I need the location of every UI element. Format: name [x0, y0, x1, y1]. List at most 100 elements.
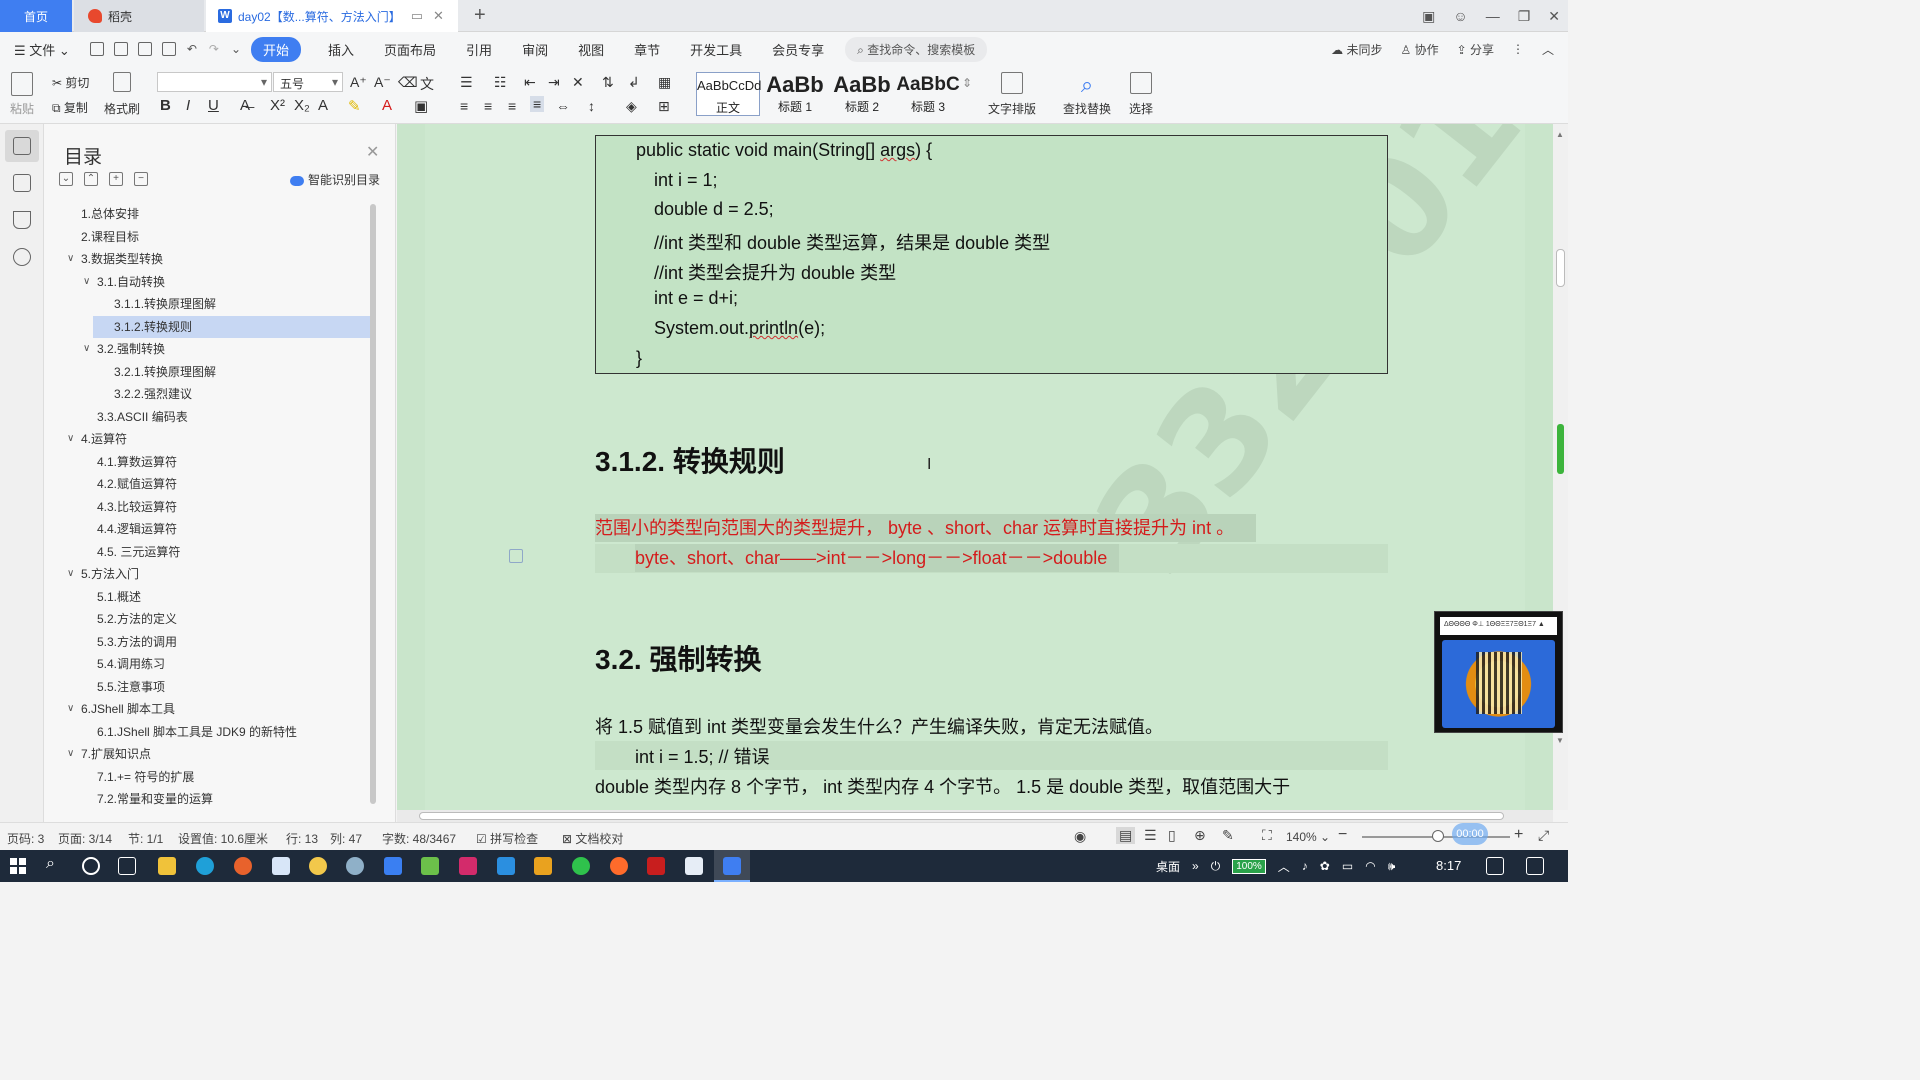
web-view-icon[interactable]: ⊕ — [1194, 827, 1206, 844]
menu-references[interactable]: 引用 — [451, 40, 507, 59]
toc-item[interactable]: ∨ 6.JShell 脚本工具 — [44, 698, 374, 721]
toc-item[interactable]: 4.5. 三元运算符 — [44, 541, 374, 564]
app-icon[interactable] — [272, 857, 290, 875]
borders-icon[interactable]: ⊞ — [658, 98, 670, 115]
clock[interactable]: 8:17 — [1436, 858, 1461, 873]
justify-icon[interactable]: ≡ — [530, 96, 545, 112]
notification-icon[interactable] — [1526, 857, 1544, 875]
table-icon[interactable]: ▦ — [658, 74, 671, 91]
windows-start-icon[interactable] — [10, 858, 26, 874]
tab-daoke[interactable]: 稻壳 — [74, 0, 204, 32]
menu-member[interactable]: 会员专享 — [757, 40, 839, 59]
line-spacing-icon[interactable]: ↕ — [588, 98, 595, 114]
app-tray-icon[interactable]: ✿ — [1320, 859, 1330, 873]
copy-button[interactable]: ⧉ 复制 — [52, 99, 88, 116]
document-area[interactable]: 3325017 public static void main(String[]… — [397, 124, 1553, 810]
style-heading-2[interactable]: AaBb 标题 2 — [830, 72, 894, 116]
paragraph-marker-icon[interactable] — [509, 549, 523, 563]
smart-toc-button[interactable]: 智能识别目录 — [290, 171, 380, 188]
toc-item[interactable]: ∨ 5.方法入门 — [44, 563, 374, 586]
app-icon[interactable] — [421, 857, 439, 875]
firefox-icon[interactable] — [234, 857, 252, 875]
menu-file[interactable]: ☰ 文件 ⌄ — [0, 40, 85, 59]
document-page[interactable]: 3325017 public static void main(String[]… — [425, 124, 1553, 810]
toc-item[interactable]: ∨ 3.1.自动转换 — [44, 271, 374, 294]
minimize-icon[interactable]: — — [1486, 8, 1500, 24]
underline-icon[interactable]: U — [208, 97, 219, 114]
toc-item[interactable]: ∨ 3.数据类型转换 — [44, 248, 374, 271]
close-icon[interactable]: ✕ — [366, 142, 379, 162]
toc-item[interactable]: 5.2.方法的定义 — [44, 608, 374, 631]
grow-font-icon[interactable]: A⁺ — [350, 74, 367, 91]
close-tab-icon[interactable]: ✕ — [433, 8, 444, 24]
style-heading-3[interactable]: AaBbC 标题 3 — [896, 72, 960, 116]
toc-item[interactable]: ∨ 4.运算符 — [44, 428, 374, 451]
styles-scroll-icon[interactable]: ⇕ — [962, 76, 972, 90]
bookmark-icon[interactable] — [13, 211, 31, 229]
page-view-icon[interactable]: ▤ — [1116, 827, 1136, 844]
zoom-out-icon[interactable]: − — [1338, 826, 1347, 844]
share-button[interactable]: ⇪ 分享 — [1457, 41, 1494, 58]
app-icon[interactable] — [346, 857, 364, 875]
cut-button[interactable]: ✂ 剪切 — [52, 74, 89, 91]
show-marks-icon[interactable]: ↲ — [628, 74, 640, 91]
chevron-right-icon[interactable]: » — [1192, 859, 1199, 873]
format-painter-button[interactable]: 格式刷 — [104, 72, 140, 117]
battery-indicator[interactable]: 100% — [1232, 858, 1266, 874]
superscript-icon[interactable]: X² — [270, 97, 285, 114]
align-right-icon[interactable]: ≡ — [508, 98, 516, 114]
app-icon[interactable] — [572, 857, 590, 875]
menu-page-layout[interactable]: 页面布局 — [369, 40, 451, 59]
power-plug-icon[interactable]: ⏻ — [1211, 859, 1221, 874]
font-size-select[interactable]: 五号 ▾ — [273, 72, 343, 92]
microphone-icon[interactable]: ♪ — [1302, 859, 1308, 873]
align-center-icon[interactable]: ≡ — [484, 98, 492, 114]
collab-button[interactable]: ♙ 协作 — [1400, 41, 1438, 58]
new-tab-button[interactable]: + — [474, 4, 486, 27]
intellij-icon[interactable] — [459, 857, 477, 875]
qr-overlay[interactable]: ΔΘΘΘΘ Φ⊥ 1ΘΘΞΞ7ΞΘ1Ξ7 ▲ — [1434, 611, 1563, 733]
text-effect-icon[interactable]: A — [318, 97, 328, 114]
paste-button[interactable]: 粘贴 — [10, 72, 34, 117]
app-icon[interactable] — [610, 857, 628, 875]
toc-item[interactable]: 6.1.JShell 脚本工具是 JDK9 的新特性 — [44, 721, 374, 744]
write-view-icon[interactable]: ✎ — [1222, 827, 1234, 844]
chevron-down-icon[interactable]: ∨ — [67, 563, 74, 586]
toc-item[interactable]: 5.4.调用练习 — [44, 653, 374, 676]
print-icon[interactable] — [137, 42, 152, 56]
command-search[interactable]: ⌕ 查找命令、搜索模板 — [845, 36, 988, 62]
sort-icon[interactable]: ⇅ — [602, 74, 614, 91]
shrink-font-icon[interactable]: A⁻ — [374, 74, 391, 91]
add-heading-icon[interactable]: + — [109, 172, 123, 186]
task-view-icon[interactable] — [118, 857, 136, 875]
horizontal-scrollbar[interactable] — [397, 810, 1553, 822]
strikethrough-icon[interactable]: A̶ — [240, 97, 250, 114]
toc-item[interactable]: 4.2.赋值运算符 — [44, 473, 374, 496]
style-normal[interactable]: AaBbCcDd 正文 — [696, 72, 761, 116]
fit-page-icon[interactable]: ⛶ — [1262, 827, 1272, 844]
toc-item[interactable]: 5.5.注意事项 — [44, 676, 374, 699]
chinese-layout-icon[interactable]: ✕ — [572, 74, 584, 91]
toc-item[interactable]: 3.2.1.转换原理图解 — [44, 361, 374, 384]
eye-protection-icon[interactable]: ◉ — [1074, 828, 1086, 845]
toc-item[interactable]: 3.3.ASCII 编码表 — [44, 406, 374, 429]
italic-icon[interactable]: I — [186, 97, 190, 114]
search-nav-icon[interactable] — [13, 248, 31, 266]
read-view-icon[interactable]: ▯ — [1168, 827, 1176, 844]
chapter-nav-icon[interactable] — [13, 174, 31, 192]
app-icon[interactable] — [384, 857, 402, 875]
undo-history-icon[interactable] — [113, 42, 128, 56]
layout-icon[interactable]: ▣ — [1422, 8, 1435, 25]
toc-item[interactable]: 2.课程目标 — [44, 226, 374, 249]
phonetic-icon[interactable]: 文 — [420, 74, 434, 94]
toc-item[interactable]: 4.3.比较运算符 — [44, 496, 374, 519]
toc-item[interactable]: 5.1.概述 — [44, 586, 374, 609]
code-block[interactable]: public static void main(String[] args) {… — [595, 135, 1388, 374]
zoom-slider-knob[interactable] — [1432, 830, 1444, 842]
tab-home[interactable]: 首页 — [0, 0, 72, 32]
close-window-icon[interactable]: ✕ — [1548, 8, 1560, 25]
highlight-icon[interactable]: ✎ — [348, 97, 361, 115]
shading-icon[interactable]: ◈ — [626, 98, 637, 115]
toc-item[interactable]: 3.2.2.强烈建议 — [44, 383, 374, 406]
spell-check-button[interactable]: ☑ 拼写检查 — [476, 830, 538, 847]
